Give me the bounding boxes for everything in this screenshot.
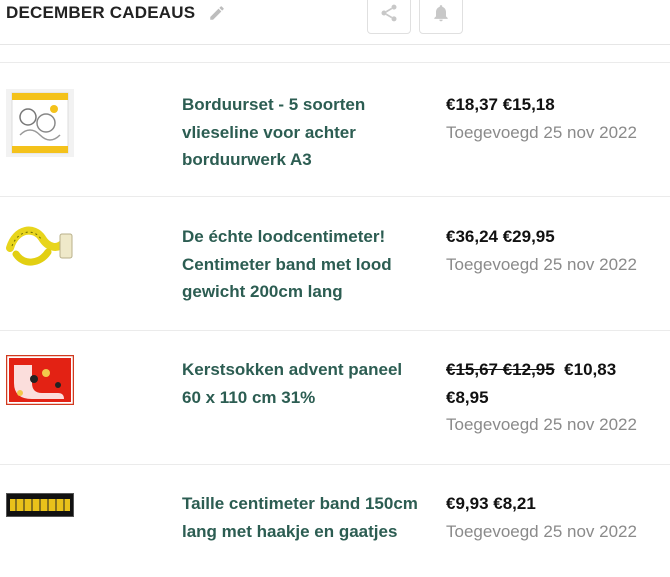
price-block: €18,37 €15,18 Toegevoegd 25 nov 2022 xyxy=(446,91,670,146)
product-name[interactable]: Taille centimeter band 150cm lang met ha… xyxy=(182,490,422,545)
divider xyxy=(0,464,670,465)
old-price: €15,67 €12,95 xyxy=(446,360,555,379)
divider xyxy=(0,62,670,63)
product-name[interactable]: Borduurset - 5 soorten vlieseline voor a… xyxy=(182,91,422,174)
added-date: Toegevoegd 25 nov 2022 xyxy=(446,521,637,541)
price: €36,24 €29,95 xyxy=(446,227,555,246)
new-price: €10,83 xyxy=(564,360,617,379)
list-title: DECEMBER CADEAUS xyxy=(6,3,196,22)
notification-button[interactable] xyxy=(419,0,463,34)
product-image-taille-centimeter[interactable] xyxy=(6,493,74,517)
list-header: DECEMBER CADEAUS xyxy=(0,0,670,45)
product-name[interactable]: Kerstsokken advent paneel 60 x 110 cm 31… xyxy=(182,356,422,411)
added-date: Toegevoegd 25 nov 2022 xyxy=(446,254,637,274)
price: €18,37 €15,18 xyxy=(446,95,555,114)
product-image-borduurset[interactable] xyxy=(6,89,74,157)
share-button[interactable] xyxy=(367,0,411,34)
price-block: €36,24 €29,95 Toegevoegd 25 nov 2022 xyxy=(446,223,670,278)
bell-icon xyxy=(434,5,448,22)
edit-pencil-icon[interactable] xyxy=(208,4,226,22)
divider xyxy=(0,196,670,197)
price: €9,93 €8,21 xyxy=(446,494,536,513)
new-price-secondary: €8,95 xyxy=(446,387,489,407)
divider xyxy=(0,330,670,331)
share-icon xyxy=(381,4,397,22)
product-name[interactable]: De échte loodcentimeter! Centimeter band… xyxy=(182,223,422,306)
added-date: Toegevoegd 25 nov 2022 xyxy=(446,122,637,142)
product-image-kerstsokken[interactable] xyxy=(6,355,74,405)
product-image-loodcentimeter[interactable] xyxy=(6,220,74,276)
price-line: €15,67 €12,95 €10,83 xyxy=(446,356,670,384)
price-block: €15,67 €12,95 €10,83 €8,95 Toegevoegd 25… xyxy=(446,356,670,439)
added-date: Toegevoegd 25 nov 2022 xyxy=(446,415,637,434)
price-block: €9,93 €8,21 Toegevoegd 25 nov 2022 xyxy=(446,490,670,545)
